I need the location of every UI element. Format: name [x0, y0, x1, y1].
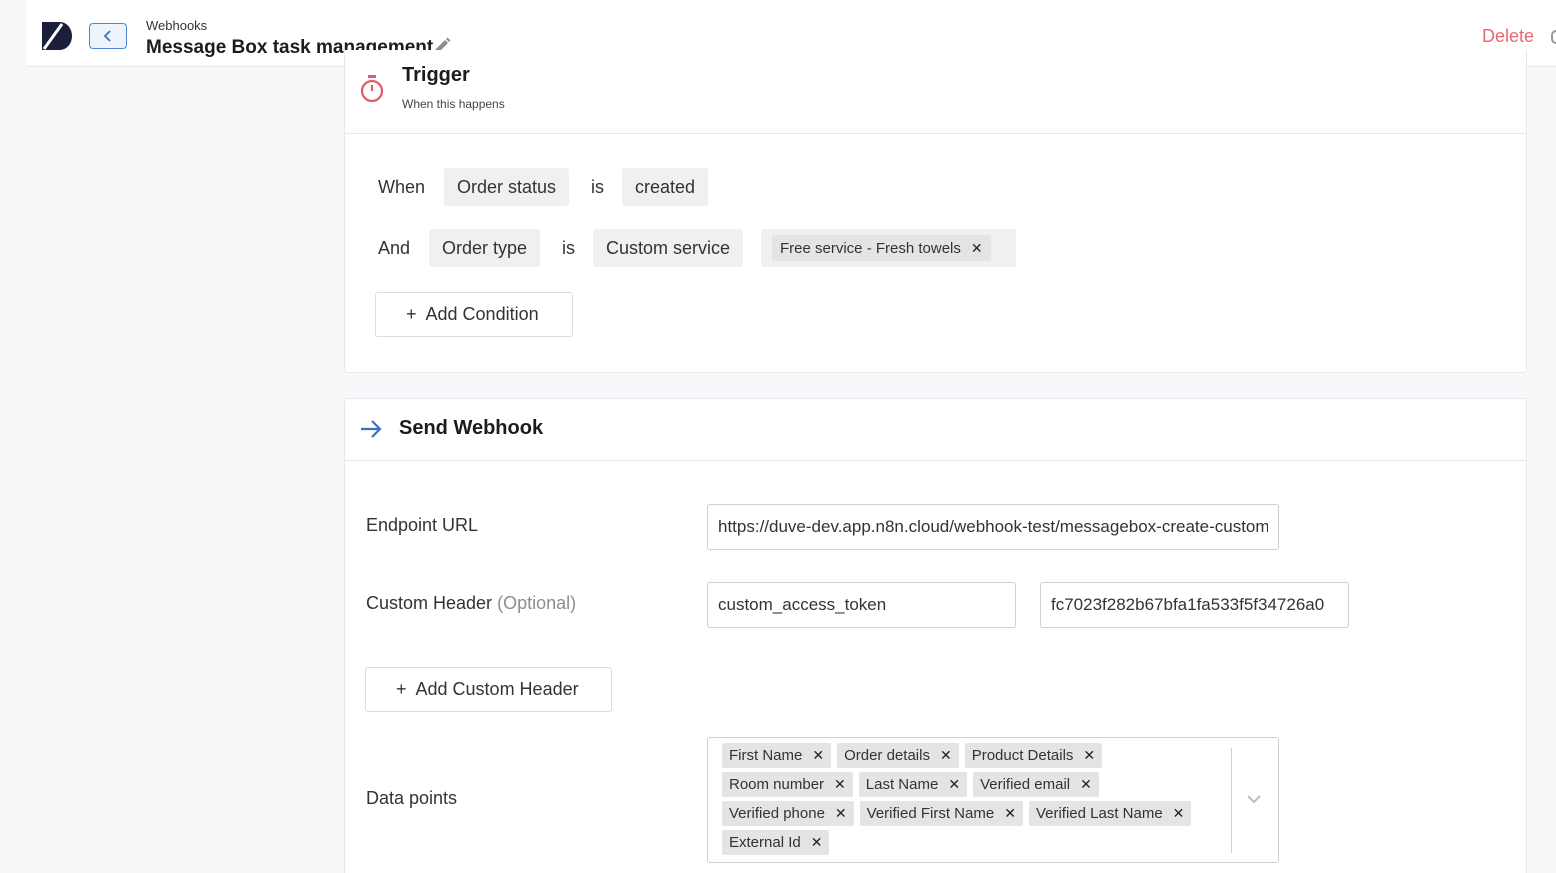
close-icon[interactable]: ✕ — [834, 776, 846, 793]
select-separator — [1231, 748, 1232, 853]
close-icon[interactable]: ✕ — [940, 747, 952, 764]
custom-header-key-input[interactable] — [707, 582, 1016, 628]
add-custom-header-label: Add Custom Header — [415, 679, 579, 699]
tag: First Name ✕ — [722, 743, 832, 768]
tag-label: Product Details — [971, 747, 1074, 764]
tag: External Id ✕ — [722, 830, 830, 855]
add-condition-label: Add Condition — [425, 304, 539, 324]
back-button[interactable] — [89, 23, 127, 49]
close-icon[interactable]: ✕ — [812, 747, 824, 764]
tag-label: Verified Last Name — [1035, 805, 1163, 822]
webhook-title: Send Webhook — [399, 417, 544, 439]
delete-button[interactable]: Delete — [1482, 26, 1534, 47]
close-icon[interactable]: ✕ — [1080, 776, 1092, 793]
tag-label: Free service - Fresh towels — [780, 239, 961, 257]
tag: Product Details ✕ — [964, 743, 1103, 768]
endpoint-url-label: Endpoint URL — [366, 515, 479, 535]
plus-icon: + — [396, 679, 407, 699]
tag: Order details ✕ — [837, 743, 959, 768]
data-points-tags: First Name ✕ Order details ✕ Product Detai… — [722, 743, 1222, 855]
condition-operator: is — [562, 238, 575, 258]
data-points-label: Data points — [366, 788, 458, 808]
add-condition-button[interactable]: + Add Condition — [375, 292, 573, 337]
tag: Last Name ✕ — [858, 772, 968, 797]
close-icon[interactable]: ✕ — [811, 834, 823, 851]
chevron-down-icon[interactable] — [1245, 790, 1263, 808]
tag-label: Room number — [729, 776, 825, 793]
close-icon[interactable]: ✕ — [971, 240, 983, 257]
custom-header-label-text: Custom Header — [366, 593, 493, 613]
webhook-card-header: Send Webhook — [345, 399, 1526, 461]
tag-label: First Name — [729, 747, 803, 764]
add-custom-header-button[interactable]: + Add Custom Header — [365, 667, 612, 712]
condition-field-select[interactable]: Order status — [444, 168, 570, 206]
condition-operator: is — [591, 177, 604, 197]
condition-tags-select[interactable]: Free service - Fresh towels ✕ — [761, 229, 1016, 267]
close-icon[interactable]: ✕ — [1083, 747, 1095, 764]
trigger-subtitle: When this happens — [402, 97, 505, 111]
tag: Verified email ✕ — [973, 772, 1099, 797]
tag-label: Verified First Name — [866, 805, 995, 822]
tag: Room number ✕ — [722, 772, 853, 797]
left-strip — [0, 0, 26, 873]
trigger-card: Trigger When this happens When Order sta… — [344, 50, 1527, 373]
tag: Verified First Name ✕ — [859, 801, 1023, 826]
condition-connector: When — [378, 177, 426, 197]
condition-value-select[interactable]: Custom service — [593, 229, 744, 267]
endpoint-url-input[interactable] — [707, 504, 1279, 550]
tag: Free service - Fresh towels ✕ — [772, 235, 991, 261]
tag-label: Verified email — [980, 776, 1071, 793]
tag: Verified Last Name ✕ — [1028, 801, 1192, 826]
chevron-left-icon — [103, 30, 111, 42]
data-points-select[interactable]: First Name ✕ Order details ✕ Product Detai… — [707, 737, 1279, 863]
close-icon[interactable]: ✕ — [1173, 805, 1185, 822]
trigger-card-header: Trigger When this happens — [345, 50, 1526, 134]
duve-logo-icon[interactable] — [40, 20, 72, 52]
breadcrumb[interactable]: Webhooks — [146, 18, 207, 33]
plus-icon: + — [406, 304, 417, 324]
custom-header-value-input[interactable] — [1040, 582, 1349, 628]
close-icon[interactable]: ✕ — [948, 776, 960, 793]
tag-label: Order details — [844, 747, 930, 764]
tag-label: External Id — [729, 834, 801, 851]
custom-header-label: Custom Header (Optional) — [366, 593, 576, 614]
arrow-right-icon — [361, 420, 382, 438]
stopwatch-icon — [360, 75, 384, 103]
condition-connector: And — [378, 238, 411, 258]
condition-value-select[interactable]: created — [622, 168, 709, 206]
tag-label: Verified phone — [729, 805, 825, 822]
cut-off-icon — [1551, 30, 1556, 44]
trigger-title: Trigger — [402, 64, 470, 86]
close-icon[interactable]: ✕ — [1004, 805, 1016, 822]
condition-field-select[interactable]: Order type — [429, 229, 541, 267]
optional-hint: (Optional) — [497, 593, 577, 613]
tag: Verified phone ✕ — [722, 801, 854, 826]
close-icon[interactable]: ✕ — [835, 805, 847, 822]
tag-label: Last Name — [865, 776, 939, 793]
send-webhook-card: Send Webhook Endpoint URL Custom Header … — [344, 398, 1527, 873]
